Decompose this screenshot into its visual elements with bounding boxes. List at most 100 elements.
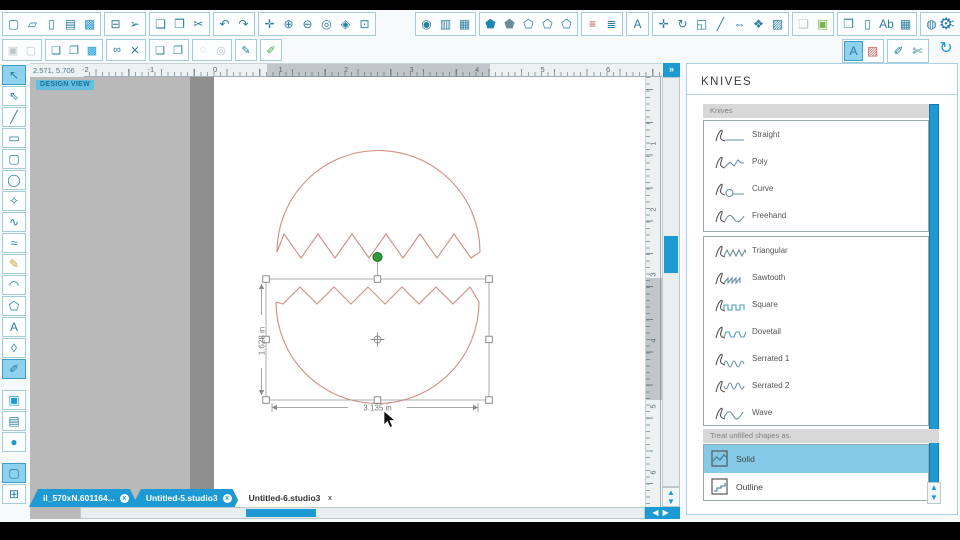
curve-tool[interactable]: ∿ <box>2 212 26 232</box>
document-tab[interactable]: il_570xN.601164... x <box>29 489 139 507</box>
knife-item-serrated2[interactable]: Serrated 2 <box>704 372 928 399</box>
expand-canvas-button[interactable]: » <box>663 63 680 77</box>
fill-panel-icon[interactable]: ▨ <box>863 41 882 61</box>
edit-points-tool[interactable]: ⇖ <box>2 86 26 106</box>
vertical-scrollbar-thumb[interactable] <box>664 236 678 273</box>
scroll-left-icon[interactable]: ◀ <box>652 508 662 517</box>
save-icon[interactable]: ▤ <box>61 14 80 34</box>
tab-close-icon[interactable]: x <box>223 494 232 503</box>
text-style-icon[interactable]: A <box>628 14 647 34</box>
send-to-back-icon[interactable]: ❐ <box>65 41 83 59</box>
print-icon[interactable]: ⊟ <box>106 14 125 34</box>
eraser-tool[interactable]: ◊ <box>2 338 26 358</box>
fill-gradient-icon[interactable]: ⬠ <box>519 14 538 34</box>
trace-area-icon[interactable]: ▨ <box>768 14 787 34</box>
knife-item-curve[interactable]: Curve <box>704 175 928 202</box>
knife-item-straight[interactable]: Straight <box>704 121 928 148</box>
zoom-in-icon[interactable]: ⊕ <box>279 14 298 34</box>
sketch-pen-icon[interactable]: ✐ <box>889 41 908 61</box>
document-tab[interactable]: Untitled-5.studio3 x <box>132 489 242 507</box>
library-icon[interactable]: ▣ <box>2 390 26 410</box>
arc-tool[interactable]: ◠ <box>2 275 26 295</box>
split-view-icon[interactable]: ⊞ <box>2 484 26 504</box>
tab-close-icon[interactable]: x <box>325 494 334 503</box>
zoom-selection-icon[interactable]: ◎ <box>317 14 336 34</box>
copy-icon[interactable]: ❏ <box>151 14 170 34</box>
delete-icon[interactable]: ✕ <box>126 41 144 59</box>
line-style-icon[interactable]: ≣ <box>602 14 621 34</box>
sketch-icon[interactable]: ⬠ <box>557 14 576 34</box>
design-view-icon[interactable]: ▢ <box>2 463 26 483</box>
knife-item-sawtooth[interactable]: Sawtooth <box>704 264 928 291</box>
registration-marks-icon[interactable]: ▦ <box>455 14 474 34</box>
spiral-icon[interactable]: ◎ <box>212 41 230 59</box>
knife-item-triangular[interactable]: Triangular <box>704 237 928 264</box>
paste-icon[interactable]: ❐ <box>170 14 189 34</box>
fit-to-page-icon[interactable]: ⊡ <box>355 14 374 34</box>
shear-icon[interactable]: ╱ <box>711 14 730 34</box>
trace-icon[interactable]: ◉ <box>417 14 436 34</box>
knife-item-square[interactable]: Square <box>704 291 928 318</box>
scroll-up-icon[interactable]: ▲ <box>663 488 679 497</box>
treat-option-outline[interactable]: Outline <box>704 473 928 501</box>
panel-scroll-down-icon[interactable]: ▼ <box>928 493 940 503</box>
group-icon[interactable]: ▣ <box>4 41 22 59</box>
object-eraser-icon[interactable]: ✐ <box>262 41 280 59</box>
send-to-machine-icon[interactable]: ➢ <box>125 14 144 34</box>
save-to-library-icon[interactable]: ▯ <box>42 14 61 34</box>
effects-icon[interactable]: ❖ <box>749 14 768 34</box>
horizontal-scrollbar[interactable] <box>80 507 645 519</box>
knife-item-poly[interactable]: Poly <box>704 148 928 175</box>
knife-item-wave[interactable]: Wave <box>704 399 928 426</box>
cut-icon[interactable]: ✂ <box>189 14 208 34</box>
cloud-icon[interactable]: ● <box>2 432 26 452</box>
scale-icon[interactable]: ◱ <box>692 14 711 34</box>
select-tool[interactable]: ↖ <box>2 65 26 85</box>
vertical-scroll-arrows[interactable]: ▲ ▼ <box>662 487 680 507</box>
pick-pen-icon[interactable]: ✎ <box>237 41 255 59</box>
table-icon[interactable]: ▦ <box>896 14 915 34</box>
knife-tool[interactable]: ✐ <box>2 359 26 379</box>
line-color-icon[interactable]: ⬠ <box>538 14 557 34</box>
line-tool[interactable]: ╱ <box>2 107 26 127</box>
save-as-icon[interactable]: ▩ <box>80 14 99 34</box>
smooth-freehand-tool[interactable]: ✎ <box>2 254 26 274</box>
document-tab[interactable]: Untitled-6.studio3 x <box>235 489 345 507</box>
duplicate-right-icon[interactable]: ❐ <box>169 41 187 59</box>
stamp-icon[interactable]: ❑ <box>794 14 813 34</box>
panel-scroll-up-icon[interactable]: ▲ <box>928 483 940 493</box>
knife-item-dovetail[interactable]: Dovetail <box>704 318 928 345</box>
modify-icon[interactable]: ▣ <box>813 14 832 34</box>
freehand-tool[interactable]: ≈ <box>2 233 26 253</box>
open-icon[interactable]: ▱ <box>23 14 42 34</box>
cutter-panel-icon[interactable]: ✄ <box>908 41 927 61</box>
zoom-out-icon[interactable]: ⊖ <box>298 14 317 34</box>
weld-icon[interactable]: ∞ <box>108 41 126 59</box>
fill-pattern-icon[interactable]: ⬟ <box>500 14 519 34</box>
knife-item-freehand[interactable]: Freehand <box>704 202 928 229</box>
move-icon[interactable]: ✛ <box>654 14 673 34</box>
duplicate-left-icon[interactable]: ❏ <box>151 41 169 59</box>
text-ab-icon[interactable]: Ab <box>877 14 896 34</box>
store-icon[interactable]: ▤ <box>2 411 26 431</box>
vertical-scrollbar[interactable] <box>662 77 680 487</box>
knife-item-serrated1[interactable]: Serrated 1 <box>704 345 928 372</box>
refresh-icon[interactable]: ↻ <box>935 36 957 60</box>
page-outline-icon[interactable]: ▯ <box>858 14 877 34</box>
rectangle-tool[interactable]: ▭ <box>2 128 26 148</box>
text-panel-icon[interactable]: A <box>844 41 863 61</box>
text-tool[interactable]: A <box>2 317 26 337</box>
modify-panel-icon[interactable]: ◌ <box>194 41 212 59</box>
mirror-icon[interactable]: ⇔ <box>730 14 749 34</box>
zoom-drag-icon[interactable]: ◈ <box>336 14 355 34</box>
new-document-icon[interactable]: ▢ <box>4 14 23 34</box>
page-settings-icon[interactable]: ▥ <box>436 14 455 34</box>
horizontal-scroll-arrows[interactable]: ◀▶ <box>645 507 680 519</box>
page-curl-icon[interactable]: ❒ <box>839 14 858 34</box>
scroll-right-icon[interactable]: ▶ <box>663 508 673 517</box>
regular-polygon-tool[interactable]: ⬠ <box>2 296 26 316</box>
workspace[interactable]: DESIGN VIEW <box>30 77 645 519</box>
rotate-icon[interactable]: ↻ <box>673 14 692 34</box>
panel-scroll-arrows[interactable]: ▲ ▼ <box>927 482 941 504</box>
ungroup-icon[interactable]: ▢ <box>22 41 40 59</box>
